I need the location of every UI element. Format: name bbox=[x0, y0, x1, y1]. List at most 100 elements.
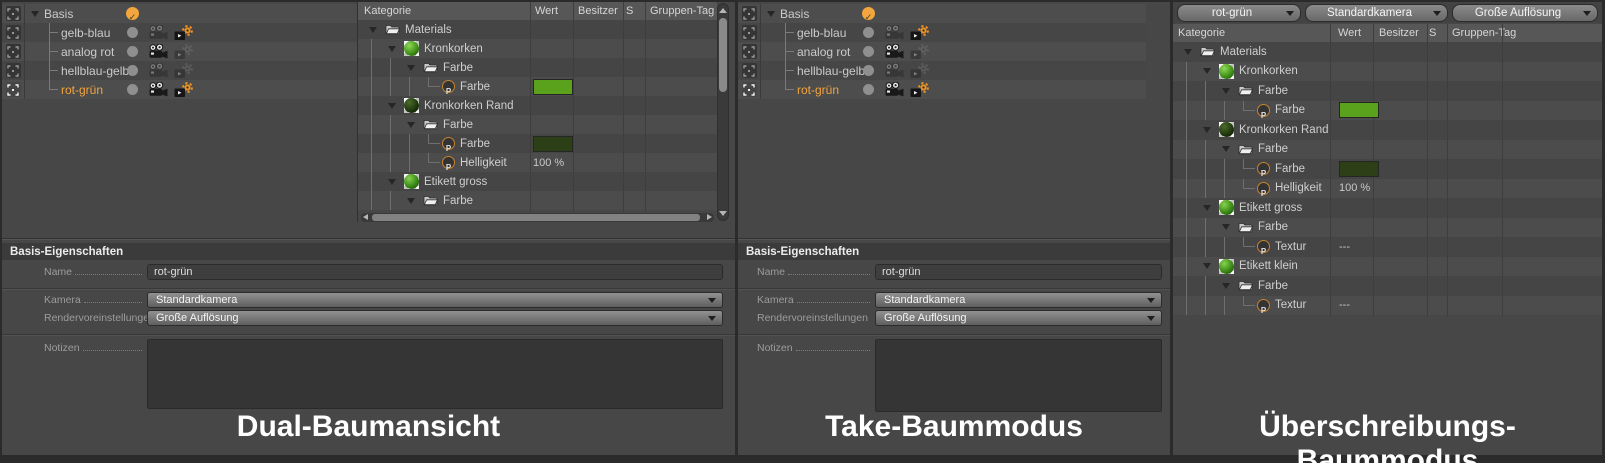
expand-arrow-icon[interactable] bbox=[385, 103, 404, 109]
render-settings-toggle-icon[interactable] bbox=[174, 44, 194, 60]
value-cell[interactable]: --- bbox=[1339, 296, 1350, 316]
take-row[interactable]: analog rot bbox=[2, 42, 357, 61]
render-settings-toggle-icon[interactable] bbox=[174, 25, 194, 41]
expand-arrow-icon[interactable] bbox=[385, 46, 404, 52]
color-swatch[interactable] bbox=[533, 136, 573, 152]
take-state-dot-icon[interactable] bbox=[127, 27, 138, 38]
take-state-dot-icon[interactable] bbox=[863, 84, 874, 95]
horizontal-scrollbar-thumb[interactable] bbox=[372, 214, 700, 221]
take-row[interactable]: rot-grün bbox=[2, 80, 357, 99]
expand-arrow-icon[interactable] bbox=[385, 179, 404, 185]
expand-arrow-icon[interactable] bbox=[1219, 146, 1238, 152]
take-marker-icon[interactable] bbox=[6, 6, 21, 21]
expand-arrow-icon[interactable] bbox=[1200, 68, 1219, 74]
expand-arrow-icon[interactable] bbox=[761, 11, 778, 17]
tree-row[interactable]: Helligkeit100 % bbox=[1173, 179, 1602, 199]
take-state-dot-icon[interactable] bbox=[863, 65, 874, 76]
camera-toggle-icon[interactable] bbox=[884, 44, 906, 59]
vertical-scrollbar-thumb[interactable] bbox=[719, 18, 727, 92]
name-input[interactable] bbox=[875, 264, 1162, 280]
camera-toggle-icon[interactable] bbox=[148, 44, 170, 59]
scroll-right-arrow-icon[interactable] bbox=[707, 214, 712, 220]
notes-textarea[interactable] bbox=[147, 339, 723, 409]
tree-row[interactable]: Farbe bbox=[1173, 218, 1602, 238]
expand-arrow-icon[interactable] bbox=[366, 27, 385, 33]
tree-row[interactable]: Farbe bbox=[358, 115, 717, 134]
render-settings-toggle-icon[interactable] bbox=[174, 82, 194, 98]
take-row[interactable]: Basis bbox=[738, 4, 1146, 23]
camera-toggle-icon[interactable] bbox=[148, 25, 170, 40]
take-row[interactable]: hellblau-gelb bbox=[2, 61, 357, 80]
expand-arrow-icon[interactable] bbox=[404, 65, 423, 71]
take-marker-icon[interactable] bbox=[742, 63, 757, 78]
expand-arrow-icon[interactable] bbox=[1181, 49, 1200, 55]
render-settings-toggle-icon[interactable] bbox=[910, 44, 930, 60]
take-state-dot-icon[interactable] bbox=[127, 84, 138, 95]
take-marker-icon[interactable] bbox=[742, 82, 757, 97]
active-take-check-icon[interactable] bbox=[862, 7, 875, 20]
expand-arrow-icon[interactable] bbox=[25, 11, 42, 17]
expand-arrow-icon[interactable] bbox=[1219, 283, 1238, 289]
tree-row[interactable]: Etikett gross bbox=[358, 172, 717, 191]
horizontal-scrollbar[interactable] bbox=[361, 213, 714, 222]
take-selector-dropdown[interactable]: rot-grün bbox=[1177, 4, 1301, 22]
value-cell[interactable] bbox=[533, 134, 573, 153]
take-row[interactable]: Basis bbox=[2, 4, 357, 23]
active-take-check-icon[interactable] bbox=[126, 7, 139, 20]
expand-arrow-icon[interactable] bbox=[1200, 205, 1219, 211]
take-marker-icon[interactable] bbox=[6, 63, 21, 78]
value-cell[interactable] bbox=[533, 77, 573, 96]
tree-row[interactable]: Farbe bbox=[1173, 81, 1602, 101]
tree-row[interactable]: Helligkeit100 % bbox=[358, 153, 717, 172]
tree-row[interactable]: Materials bbox=[1173, 42, 1602, 62]
tree-row[interactable]: Kronkorken bbox=[1173, 62, 1602, 82]
value-cell[interactable]: --- bbox=[1339, 237, 1350, 257]
render-setting-selector-dropdown[interactable]: Große Auflösung bbox=[1452, 4, 1598, 22]
camera-toggle-icon[interactable] bbox=[884, 25, 906, 40]
tree-row[interactable]: Kronkorken Rand bbox=[1173, 120, 1602, 140]
expand-arrow-icon[interactable] bbox=[1200, 127, 1219, 133]
take-marker-icon[interactable] bbox=[742, 6, 757, 21]
scroll-up-arrow-icon[interactable] bbox=[719, 8, 727, 13]
tree-row[interactable]: Textur--- bbox=[1173, 296, 1602, 316]
expand-arrow-icon[interactable] bbox=[1200, 263, 1219, 269]
value-cell[interactable]: 100 % bbox=[533, 153, 564, 172]
render-settings-toggle-icon[interactable] bbox=[910, 25, 930, 41]
notes-textarea[interactable] bbox=[875, 339, 1162, 412]
take-marker-icon[interactable] bbox=[6, 44, 21, 59]
tree-row[interactable]: Farbe bbox=[1173, 159, 1602, 179]
expand-arrow-icon[interactable] bbox=[404, 198, 423, 204]
take-marker-icon[interactable] bbox=[6, 82, 21, 97]
camera-selector-dropdown[interactable]: Standardkamera bbox=[1305, 4, 1448, 22]
tree-row[interactable]: Etikett klein bbox=[1173, 257, 1602, 277]
tree-row[interactable]: Kronkorken Rand bbox=[358, 96, 717, 115]
name-input[interactable] bbox=[147, 264, 723, 280]
tree-row[interactable]: Farbe bbox=[358, 191, 717, 210]
tree-row[interactable]: Etikett gross bbox=[1173, 198, 1602, 218]
take-marker-icon[interactable] bbox=[742, 25, 757, 40]
tree-row[interactable]: Farbe bbox=[1173, 101, 1602, 121]
take-state-dot-icon[interactable] bbox=[863, 27, 874, 38]
take-row[interactable]: gelb-blau bbox=[738, 23, 1146, 42]
color-swatch[interactable] bbox=[1339, 161, 1379, 177]
take-state-dot-icon[interactable] bbox=[127, 65, 138, 76]
tree-row[interactable]: Kronkorken bbox=[358, 39, 717, 58]
tree-row[interactable]: Textur--- bbox=[1173, 237, 1602, 257]
take-state-dot-icon[interactable] bbox=[127, 46, 138, 57]
camera-dropdown[interactable]: Standardkamera bbox=[875, 292, 1162, 308]
value-cell[interactable]: 100 % bbox=[1339, 179, 1370, 199]
camera-toggle-icon[interactable] bbox=[148, 82, 170, 97]
take-row[interactable]: analog rot bbox=[738, 42, 1146, 61]
tree-row[interactable]: Farbe bbox=[358, 58, 717, 77]
camera-dropdown[interactable]: Standardkamera bbox=[147, 292, 723, 308]
value-cell[interactable] bbox=[1339, 159, 1379, 179]
vertical-scrollbar[interactable] bbox=[717, 3, 729, 221]
tree-row[interactable]: Materials bbox=[358, 20, 717, 39]
color-swatch[interactable] bbox=[533, 79, 573, 95]
scroll-down-arrow-icon[interactable] bbox=[719, 211, 727, 216]
render-settings-dropdown[interactable]: Große Auflösung bbox=[147, 310, 723, 326]
render-settings-toggle-icon[interactable] bbox=[910, 82, 930, 98]
tree-row[interactable]: Farbe bbox=[358, 77, 717, 96]
camera-toggle-icon[interactable] bbox=[884, 63, 906, 78]
tree-row[interactable]: Farbe bbox=[358, 134, 717, 153]
